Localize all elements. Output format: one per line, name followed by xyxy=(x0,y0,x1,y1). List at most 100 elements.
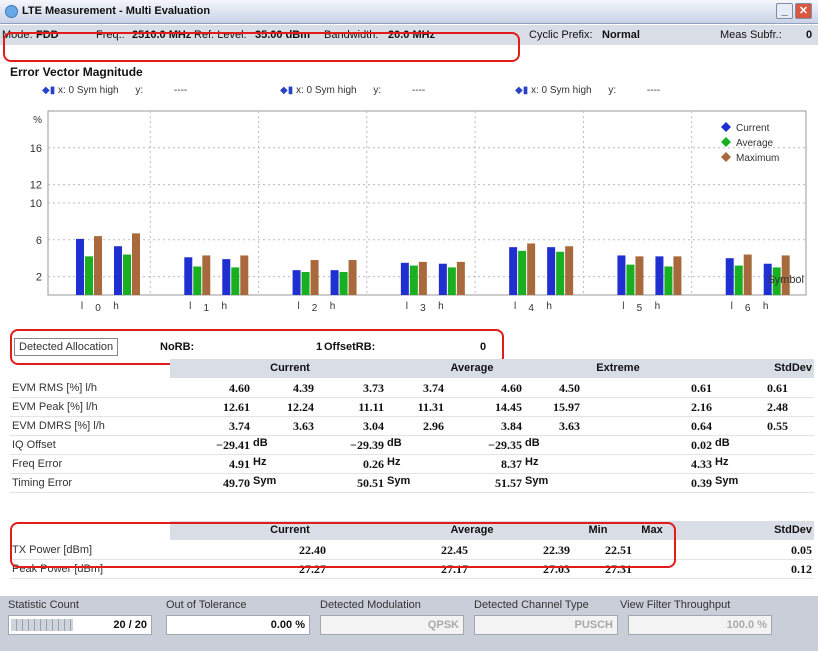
marker-3[interactable]: ◆▮ x: 0 Sym high y: ---- xyxy=(515,85,660,96)
cell-value: 0.39 xyxy=(691,476,712,490)
evm-chart[interactable]: 2 6 10 12 16% l 0 h l 1 h l 2 h l 3 h l 4 h l 5 h l 6 h Symbol Curr… xyxy=(10,103,814,325)
view-filter-throughput-label: View Filter Throughput xyxy=(620,599,731,611)
bar-maximum xyxy=(456,261,465,295)
section-title: Error Vector Magnitude xyxy=(10,65,143,79)
row-label: EVM RMS [%] l/h xyxy=(12,382,97,394)
bar-maximum xyxy=(240,255,249,295)
bar-average xyxy=(409,265,418,295)
bar-current xyxy=(76,238,84,295)
table-row: Peak Power [dBm] 27.27 27.17 27.03 27.31 0.12 xyxy=(10,560,814,579)
cell-unit: Sym xyxy=(253,475,277,487)
cell-value: 51.57 xyxy=(495,476,522,490)
marker-2-yval: ---- xyxy=(411,85,426,96)
offsetrb-label: OffsetRB: xyxy=(324,341,376,353)
statistic-count-field: 20 / 20 xyxy=(8,615,152,635)
minimize-icon[interactable]: _ xyxy=(776,3,793,19)
cell-value: −29.41 xyxy=(216,438,250,452)
col-current: Current xyxy=(270,362,310,374)
table-row: TX Power [dBm] 22.40 22.45 22.39 22.51 0.05 xyxy=(10,541,814,560)
bar-current xyxy=(655,256,664,295)
detected-allocation-button[interactable]: Detected Allocation xyxy=(14,338,119,356)
cell-unit: dB xyxy=(525,437,540,449)
bar-maximum xyxy=(527,243,536,295)
ref-level-value: 35.00 dBm xyxy=(255,29,311,41)
cell-value: 8.37 xyxy=(501,457,522,471)
x-tick-label: h xyxy=(655,301,661,312)
bar-current xyxy=(184,257,193,295)
cell-unit: Hz xyxy=(715,456,729,468)
x-axis-label: Symbol xyxy=(767,274,804,286)
cell-value: 27.27 xyxy=(299,562,326,576)
cell-value: 22.40 xyxy=(299,543,326,557)
cell-value: 27.31 xyxy=(605,562,632,576)
progress-bar xyxy=(11,619,73,631)
close-icon[interactable]: ✕ xyxy=(795,3,812,19)
status-area: Statistic Count 20 / 20 Out of Tolerance… xyxy=(0,596,818,651)
col-stddev: StdDev xyxy=(774,362,812,374)
bar-current xyxy=(438,263,447,295)
title-bar: LTE Measurement - Multi Evaluation _ ✕ xyxy=(0,0,818,24)
col-extreme: Extreme xyxy=(596,362,640,374)
x-tick-label: l xyxy=(514,301,516,312)
y-tick-label: 6 xyxy=(36,235,42,247)
col-average: Average xyxy=(450,362,494,374)
cell-value: 0.61 xyxy=(691,381,712,395)
y-tick-label: 12 xyxy=(30,180,42,192)
bar-average xyxy=(123,254,131,295)
col-min: Min xyxy=(588,524,608,536)
cell-value: 14.45 xyxy=(495,400,522,414)
cell-value: 11.11 xyxy=(358,400,384,414)
cell-unit: Sym xyxy=(387,475,411,487)
cell-value: 0.55 xyxy=(767,419,788,433)
bar-current xyxy=(330,270,339,295)
bar-average xyxy=(518,250,527,295)
bandwidth-value: 20.0 MHz xyxy=(388,29,436,41)
table-row: EVM Peak [%] l/h 12.61 12.24 11.11 11.31 14.4… xyxy=(10,398,814,417)
cell-value: 0.26 xyxy=(363,457,384,471)
evm-table: Current Average Extreme StdDev EVM RMS [… xyxy=(10,359,814,519)
x-tick-label: h xyxy=(330,301,336,312)
bar-maximum xyxy=(743,254,752,295)
marker-2[interactable]: ◆▮ x: 0 Sym high y: ---- xyxy=(280,85,425,96)
cell-value: 4.50 xyxy=(559,381,580,395)
cell-value: 0.12 xyxy=(791,562,812,576)
y-tick-label: 2 xyxy=(36,272,42,284)
bar-current xyxy=(222,259,231,295)
marker-1[interactable]: ◆▮ x: 0 Sym high y: ---- xyxy=(42,85,187,96)
marker-3-text: x: 0 Sym high xyxy=(530,85,592,96)
table-row: EVM DMRS [%] l/h 3.74 3.63 3.04 2.96 3.84 3.63… xyxy=(10,417,814,436)
cell-value: 0.05 xyxy=(791,543,812,557)
cyclic-prefix-label: Cyclic Prefix: xyxy=(529,29,593,41)
detected-channel-type-value: PUSCH xyxy=(574,619,613,631)
row-label: TX Power [dBm] xyxy=(12,544,93,556)
bar-average xyxy=(626,264,635,295)
cyclic-prefix-value: Normal xyxy=(602,29,640,41)
cell-value: 0.64 xyxy=(691,419,712,433)
meas-subframe-value: 0 xyxy=(806,29,813,41)
cell-value: 27.03 xyxy=(543,562,570,576)
cell-value: 22.39 xyxy=(543,543,570,557)
cell-value: 15.97 xyxy=(553,400,580,414)
x-tick-label: 2 xyxy=(312,303,318,314)
x-tick-label: l xyxy=(297,301,299,312)
ref-level-label: Ref. Level: xyxy=(194,29,247,41)
offsetrb-value: 0 xyxy=(480,341,487,353)
evm-chart-svg: 2 6 10 12 16% l 0 h l 1 h l 2 h l 3 h l 4 h l 5 h l 6 h Symbol Curr… xyxy=(30,110,807,314)
detected-modulation-value: QPSK xyxy=(427,619,459,631)
row-label: Freq Error xyxy=(12,458,63,470)
cell-value: 49.70 xyxy=(223,476,250,490)
bar-maximum xyxy=(94,236,102,295)
marker-2-text: x: 0 Sym high xyxy=(295,85,357,96)
x-tick-label: 1 xyxy=(204,303,210,314)
cell-value: 11.31 xyxy=(417,400,444,414)
x-tick-label: h xyxy=(222,301,228,312)
detected-modulation-label: Detected Modulation xyxy=(320,599,421,611)
cell-value: 3.04 xyxy=(363,419,384,433)
table-row: EVM RMS [%] l/h 4.60 4.39 3.73 3.74 4.60 4.50 0… xyxy=(10,379,814,398)
cell-value: 4.33 xyxy=(691,457,712,471)
cell-value: 3.74 xyxy=(229,419,250,433)
x-tick-label: l xyxy=(622,301,624,312)
cell-value: 22.51 xyxy=(605,543,632,557)
bar-average xyxy=(301,272,310,295)
x-tick-label: h xyxy=(763,301,769,312)
